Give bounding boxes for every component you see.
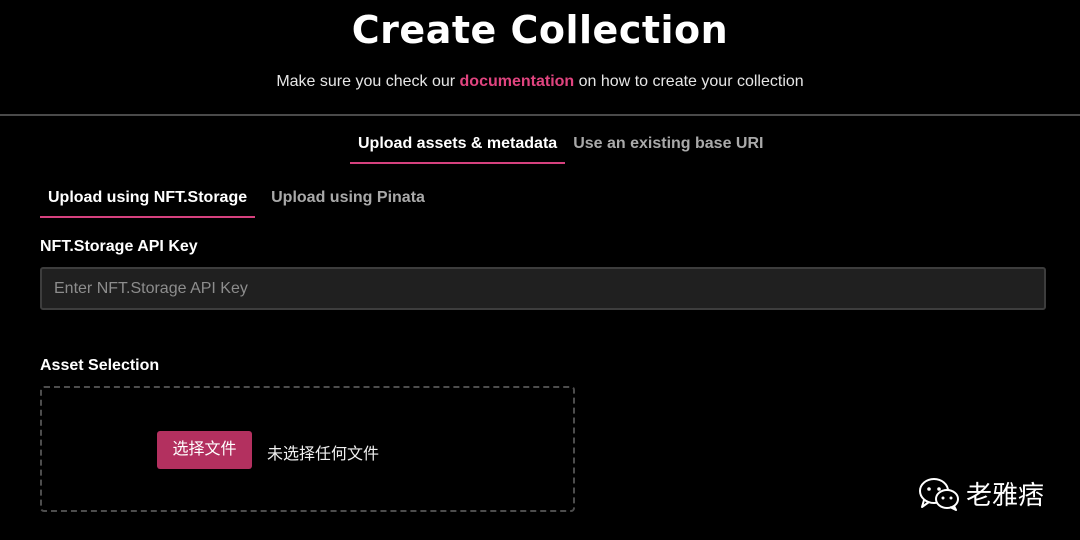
upload-method-tabs: Upload using NFT.Storage Upload using Pi… — [40, 188, 433, 218]
subtitle-text-after: on how to create your collection — [574, 73, 804, 90]
watermark-text: 老雅痞 — [966, 480, 1045, 510]
subtitle-text-before: Make sure you check our — [276, 73, 460, 90]
api-key-input[interactable] — [40, 267, 1046, 310]
documentation-link[interactable]: documentation — [460, 73, 575, 90]
tab-nft-storage[interactable]: Upload using NFT.Storage — [40, 188, 256, 218]
main-tabs: Upload assets & metadata Use an existing… — [350, 134, 771, 164]
header-divider — [0, 114, 1080, 116]
no-file-selected-text: 未选择任何文件 — [267, 446, 380, 463]
tab-existing-base-uri[interactable]: Use an existing base URI — [565, 134, 771, 162]
api-key-label: NFT.Storage API Key — [40, 238, 198, 255]
page: Create Collection Make sure you check ou… — [0, 0, 1080, 540]
tab-upload-assets[interactable]: Upload assets & metadata — [350, 134, 566, 164]
choose-file-button[interactable]: 选择文件 — [157, 431, 252, 469]
watermark: 老雅痞 — [918, 475, 1044, 512]
page-title: Create Collection — [351, 8, 729, 52]
wechat-icon — [919, 477, 959, 511]
page-subtitle: Make sure you check our documentation on… — [0, 73, 1080, 91]
asset-dropzone[interactable]: 选择文件 未选择任何文件 — [40, 386, 575, 512]
tab-pinata[interactable]: Upload using Pinata — [263, 188, 433, 216]
asset-selection-label: Asset Selection — [40, 357, 160, 374]
